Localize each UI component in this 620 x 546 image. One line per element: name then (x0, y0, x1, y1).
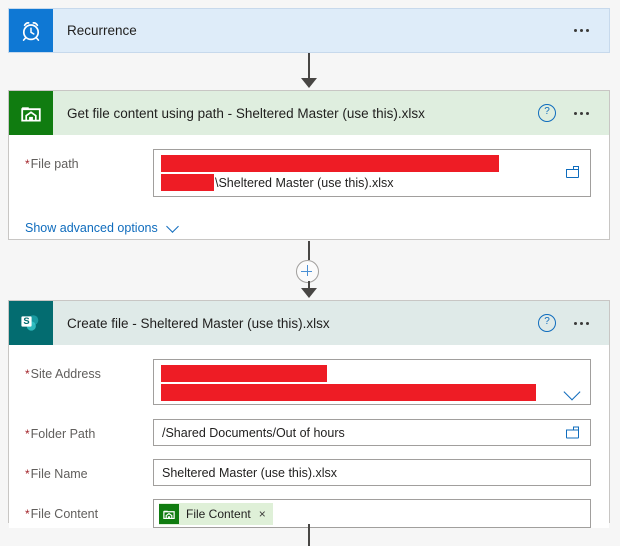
required-marker: * (25, 367, 30, 381)
file-name-input[interactable]: Sheltered Master (use this).xlsx (153, 459, 591, 486)
field-label: *Folder Path (25, 419, 153, 441)
site-address-input[interactable] (153, 359, 591, 405)
card-title: Recurrence (67, 23, 137, 38)
card-body: *File path \Sheltered Master (use this).… (9, 135, 609, 235)
help-icon[interactable]: ? (538, 104, 556, 122)
redacted-text (161, 174, 214, 191)
card-header[interactable]: Get file content using path - Sheltered … (9, 91, 609, 135)
file-path-value: \Sheltered Master (use this).xlsx (215, 175, 394, 190)
advanced-options-row: Show advanced options (9, 197, 609, 235)
help-icon[interactable]: ? (538, 314, 556, 332)
connector-line-3 (308, 524, 310, 546)
field-label: *File path (25, 149, 153, 171)
header-actions: ? (538, 314, 609, 332)
redacted-text (161, 384, 536, 401)
field-label-text: File Content (30, 507, 99, 521)
field-label: *File Name (25, 459, 153, 481)
flow-canvas: Recurrence Get file content using path -… (0, 0, 620, 546)
card-body: *Site Address *Folder Path /Shared Docum… (9, 345, 609, 528)
card-header[interactable]: Recurrence (9, 9, 609, 52)
field-file-path: *File path \Sheltered Master (use this).… (9, 135, 609, 197)
field-label-text: Folder Path (30, 427, 96, 441)
card-header[interactable]: S Create file - Sheltered Master (use th… (9, 301, 609, 345)
more-options-icon[interactable] (572, 108, 591, 119)
redacted-text (161, 155, 499, 172)
chevron-down-icon[interactable] (165, 220, 179, 233)
field-control: File Content × (153, 499, 593, 528)
file-path-line-2: \Sheltered Master (use this).xlsx (154, 173, 590, 192)
required-marker: * (25, 157, 30, 171)
file-path-line-1 (154, 154, 590, 173)
flow-card-get-file-content[interactable]: Get file content using path - Sheltered … (8, 90, 610, 240)
card-title: Get file content using path - Sheltered … (67, 105, 425, 121)
more-options-icon[interactable] (572, 318, 591, 329)
field-label-text: File Name (30, 467, 88, 481)
connector-line-1 (308, 53, 310, 80)
folder-picker-icon[interactable] (566, 166, 581, 179)
field-control: Sheltered Master (use this).xlsx (153, 459, 593, 486)
token-label: File Content (186, 506, 251, 521)
required-marker: * (25, 427, 30, 441)
required-marker: * (25, 467, 30, 481)
folder-path-value: /Shared Documents/Out of hours (162, 425, 345, 440)
field-label: *File Content (25, 499, 153, 521)
arrow-down-icon (301, 78, 317, 88)
header-actions (572, 25, 609, 36)
onedrive-folder-icon (9, 91, 53, 135)
dynamic-content-token[interactable]: File Content × (159, 502, 273, 525)
show-advanced-options-link[interactable]: Show advanced options (25, 221, 158, 235)
folder-picker-icon[interactable] (566, 426, 581, 439)
field-site-address: *Site Address (9, 345, 609, 405)
file-name-value: Sheltered Master (use this).xlsx (162, 465, 338, 480)
field-file-content: *File Content File Content × (9, 486, 609, 528)
alarm-clock-icon (9, 9, 53, 52)
site-address-line-2 (154, 383, 590, 402)
folder-path-input[interactable]: /Shared Documents/Out of hours (153, 419, 591, 446)
field-label-text: Site Address (30, 367, 101, 381)
insert-step-button[interactable] (296, 260, 319, 283)
file-path-input[interactable]: \Sheltered Master (use this).xlsx (153, 149, 591, 197)
field-control: /Shared Documents/Out of hours (153, 419, 593, 446)
required-marker: * (25, 507, 30, 521)
site-address-line-1 (154, 364, 590, 383)
field-control (153, 359, 593, 405)
field-label-text: File path (30, 157, 79, 171)
field-file-name: *File Name Sheltered Master (use this).x… (9, 446, 609, 486)
svg-text:S: S (23, 315, 29, 326)
sharepoint-icon: S (9, 301, 53, 345)
field-folder-path: *Folder Path /Shared Documents/Out of ho… (9, 405, 609, 446)
redacted-text (161, 365, 327, 382)
card-title: Create file - Sheltered Master (use this… (67, 315, 330, 331)
arrow-down-icon (301, 288, 317, 298)
close-icon[interactable]: × (259, 508, 266, 520)
field-control: \Sheltered Master (use this).xlsx (153, 149, 593, 197)
more-options-icon[interactable] (572, 25, 591, 36)
flow-card-create-file[interactable]: S Create file - Sheltered Master (use th… (8, 300, 610, 528)
chevron-down-icon[interactable] (563, 383, 581, 401)
connector-line-2a (308, 241, 310, 260)
onedrive-folder-icon (159, 503, 179, 524)
header-actions: ? (538, 104, 609, 122)
file-content-input[interactable]: File Content × (153, 499, 591, 528)
field-label: *Site Address (25, 359, 153, 381)
flow-card-recurrence[interactable]: Recurrence (8, 8, 610, 53)
